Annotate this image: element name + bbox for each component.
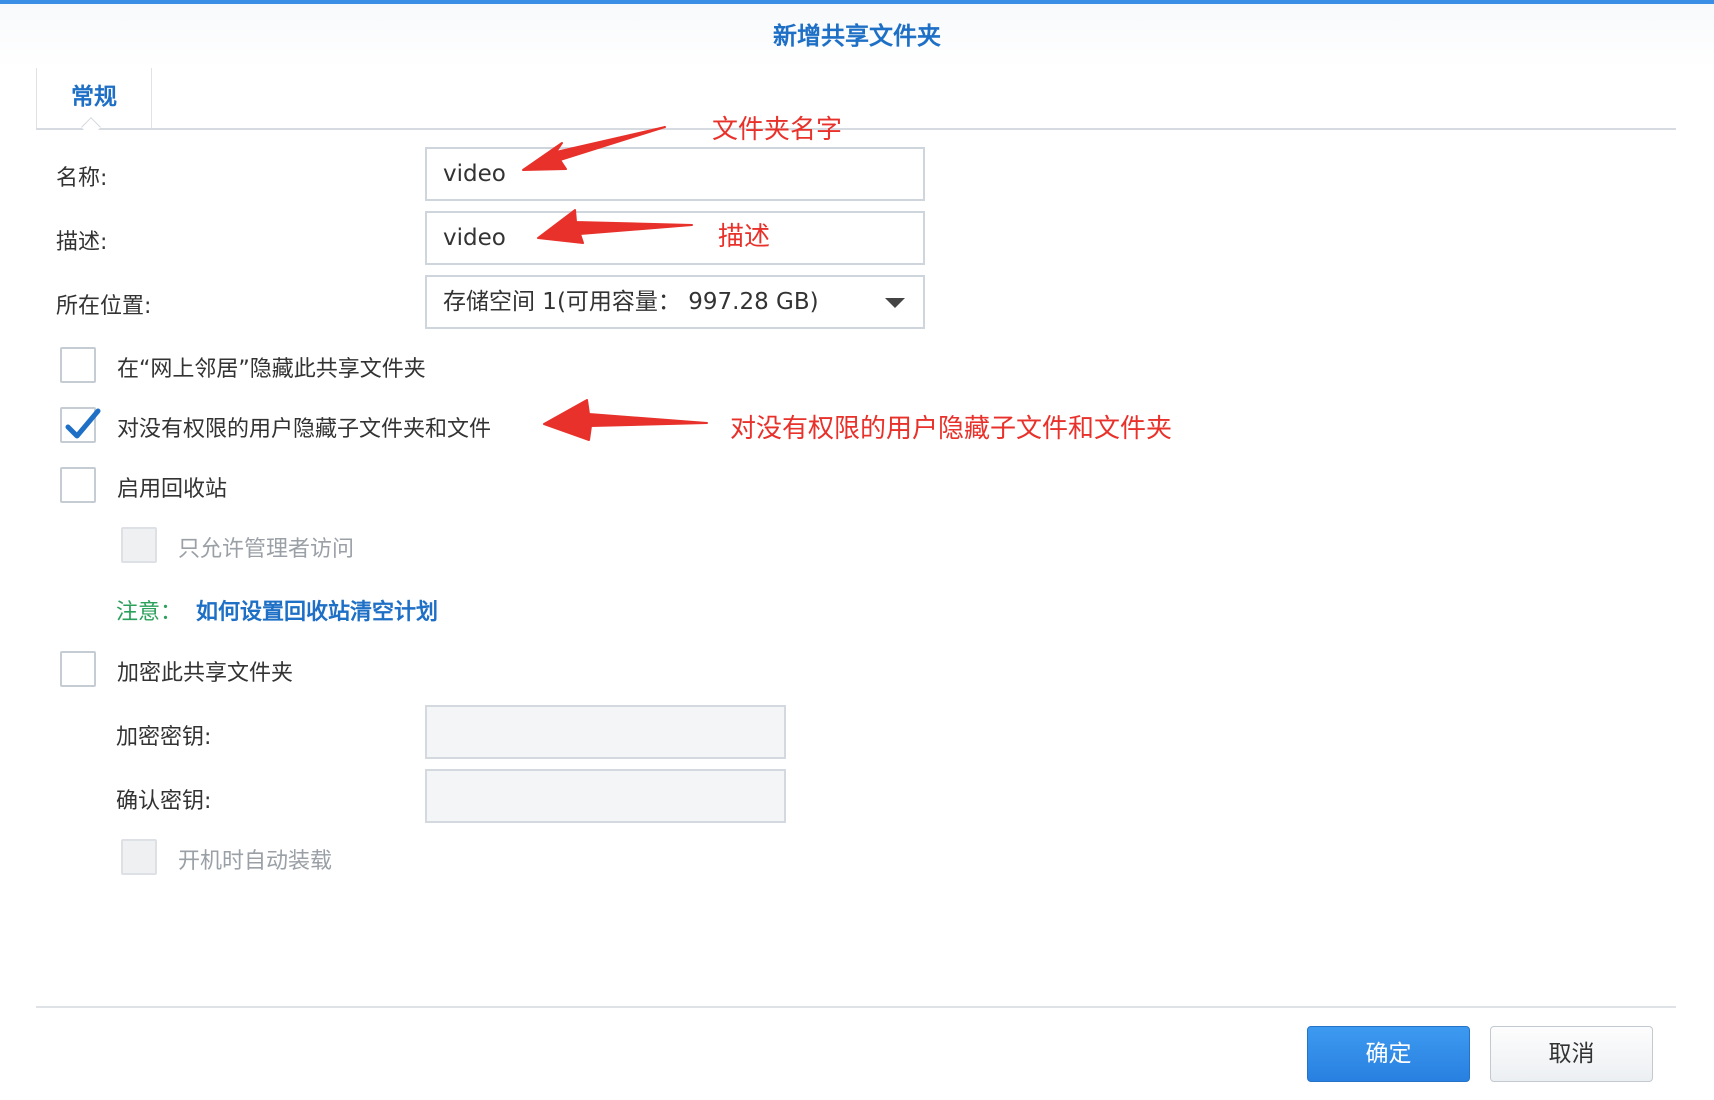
shared-folder-dialog: 新增共享文件夹 常规 名称: video 描述: video 所在位置: 存储空…: [0, 0, 1714, 1100]
annotation-folder-name: 文件夹名字: [712, 115, 843, 145]
arrow-name-icon: [522, 126, 666, 171]
annotation-hide-note: 对没有权限的用户隐藏子文件和文件夹: [730, 414, 1173, 444]
arrow-description-icon: [537, 209, 693, 244]
arrow-hide-icon: [543, 399, 708, 441]
annotation-description: 描述: [718, 222, 771, 252]
annotation-arrows: [522, 126, 708, 441]
